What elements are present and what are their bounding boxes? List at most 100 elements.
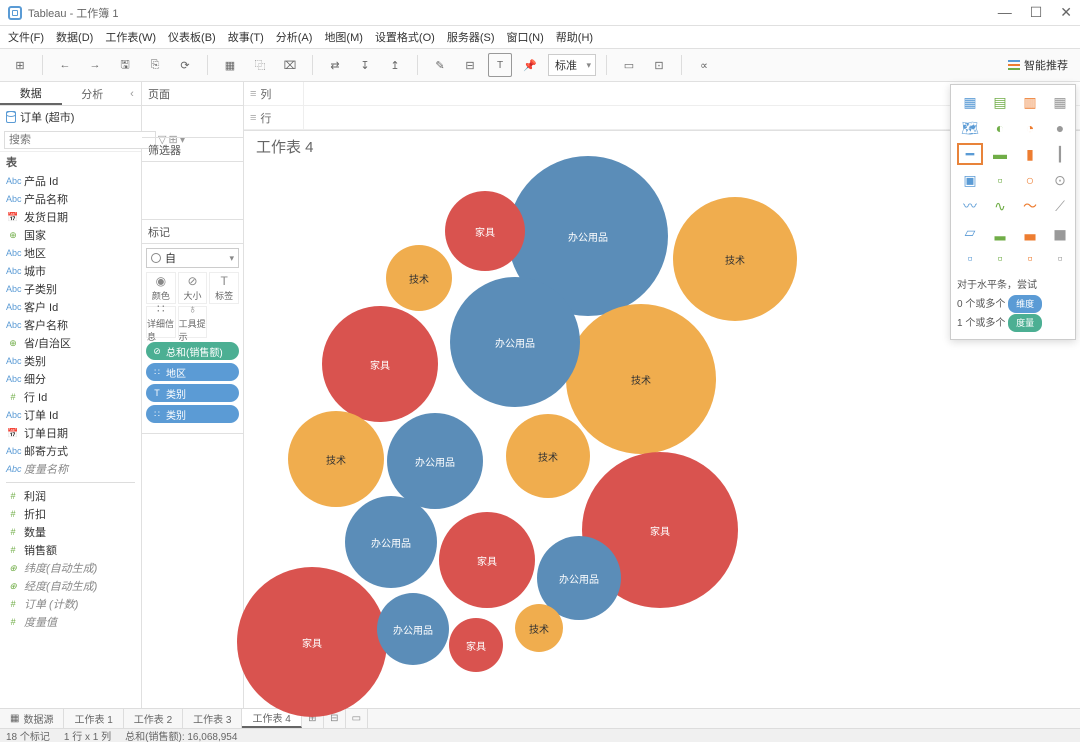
showme-thumb[interactable]: ▃ — [1017, 221, 1043, 243]
menu-item[interactable]: 设置格式(O) — [375, 29, 435, 45]
field-item[interactable]: Abc子类别 — [0, 280, 141, 298]
showme-thumb[interactable]: ▅ — [1047, 221, 1073, 243]
marks-tooltip-button[interactable]: ♁工具提示 — [178, 306, 208, 338]
swap-button[interactable]: ⇄ — [323, 53, 347, 77]
sheet-tab[interactable]: 工作表 2 — [124, 709, 183, 728]
bubble-mark[interactable]: 技术 — [288, 411, 384, 507]
menu-item[interactable]: 分析(A) — [276, 29, 313, 45]
showme-thumb[interactable]: 〜 — [1017, 195, 1043, 217]
field-item[interactable]: Abc产品名称 — [0, 190, 141, 208]
field-item[interactable]: #数量 — [0, 523, 141, 541]
mark-pill[interactable]: ⊘总和(销售额) — [146, 342, 239, 360]
marks-color-button[interactable]: ◉颜色 — [146, 272, 176, 304]
mark-pill[interactable]: T类别 — [146, 384, 239, 402]
showme-thumb[interactable]: ▦ — [1047, 91, 1073, 113]
forward-button[interactable]: → — [83, 53, 107, 77]
menu-item[interactable]: 服务器(S) — [447, 29, 495, 45]
bubble-mark[interactable]: 家具 — [449, 618, 503, 672]
menu-item[interactable]: 工作表(W) — [105, 29, 156, 45]
field-item[interactable]: Abc订单 Id — [0, 406, 141, 424]
bubble-mark[interactable]: 家具 — [322, 306, 438, 422]
menu-item[interactable]: 数据(D) — [56, 29, 93, 45]
showme-thumb[interactable]: ━ — [957, 143, 983, 165]
showme-thumb[interactable]: 〰 — [957, 195, 983, 217]
showme-thumb[interactable]: ◔ — [1017, 117, 1043, 139]
field-item[interactable]: Abc客户名称 — [0, 316, 141, 334]
menu-item[interactable]: 地图(M) — [324, 29, 363, 45]
sheet-tab[interactable]: 工作表 3 — [183, 709, 242, 728]
field-item[interactable]: Abc产品 Id — [0, 172, 141, 190]
field-item[interactable]: ⊕经度(自动生成) — [0, 577, 141, 595]
showme-thumb[interactable]: ⟋ — [1047, 195, 1073, 217]
mark-pill[interactable]: ∷类别 — [146, 405, 239, 423]
field-item[interactable]: Abc城市 — [0, 262, 141, 280]
bubble-mark[interactable]: 家具 — [237, 567, 387, 717]
maximize-button[interactable]: ☐ — [1030, 4, 1043, 21]
back-button[interactable]: ← — [53, 53, 77, 77]
pages-shelf[interactable] — [142, 106, 243, 138]
showme-thumb[interactable]: ⊙ — [1047, 169, 1073, 191]
mark-type-selector[interactable]: 自 — [146, 248, 239, 268]
show-me-button[interactable]: 智能推荐 — [1008, 57, 1068, 73]
showme-thumb[interactable]: ∿ — [987, 195, 1013, 217]
group-button[interactable]: ⊟ — [458, 53, 482, 77]
search-input[interactable] — [4, 131, 156, 149]
field-item[interactable]: Abc度量名称 — [0, 460, 141, 478]
field-item[interactable]: ⊕纬度(自动生成) — [0, 559, 141, 577]
label-button[interactable]: T — [488, 53, 512, 77]
collapse-pane-button[interactable]: ‹ — [123, 82, 141, 105]
showme-thumb[interactable]: ▫ — [987, 169, 1013, 191]
showme-thumb[interactable]: ○ — [1017, 169, 1043, 191]
bubble-mark[interactable]: 办公用品 — [450, 277, 580, 407]
show-cards-button[interactable]: ▭ — [617, 53, 641, 77]
field-item[interactable]: #利润 — [0, 487, 141, 505]
bubble-mark[interactable]: 办公用品 — [387, 413, 483, 509]
datasource-row[interactable]: 订单 (超市) — [0, 106, 141, 128]
field-item[interactable]: Abc细分 — [0, 370, 141, 388]
bubble-mark[interactable]: 技术 — [506, 414, 590, 498]
showme-thumb[interactable]: 🗺 — [957, 117, 983, 139]
bubble-mark[interactable]: 家具 — [445, 191, 525, 271]
showme-thumb[interactable]: ◐ — [987, 117, 1013, 139]
menu-item[interactable]: 文件(F) — [8, 29, 44, 45]
field-item[interactable]: Abc类别 — [0, 352, 141, 370]
save-button[interactable]: 🖫 — [113, 53, 137, 77]
field-item[interactable]: Abc邮寄方式 — [0, 442, 141, 460]
showme-thumb[interactable]: ▫ — [1017, 247, 1043, 269]
field-item[interactable]: #订单 (计数) — [0, 595, 141, 613]
presentation-button[interactable]: ⊡ — [647, 53, 671, 77]
fit-selector[interactable]: 标准 — [548, 54, 596, 76]
showme-thumb[interactable]: ▫ — [957, 247, 983, 269]
new-story-button[interactable]: ▭ — [346, 709, 368, 728]
showme-thumb[interactable]: ▱ — [957, 221, 983, 243]
pin-button[interactable]: 📌 — [518, 53, 542, 77]
showme-thumb[interactable]: ▥ — [1017, 91, 1043, 113]
showme-thumb[interactable]: ● — [1047, 117, 1073, 139]
field-item[interactable]: #销售额 — [0, 541, 141, 559]
bubble-mark[interactable]: 办公用品 — [345, 496, 437, 588]
analytics-tab[interactable]: 分析 — [62, 82, 124, 105]
field-item[interactable]: Abc地区 — [0, 244, 141, 262]
field-item[interactable]: 📅订单日期 — [0, 424, 141, 442]
tableau-icon[interactable]: ⊞ — [8, 53, 32, 77]
duplicate-button[interactable]: ⿻ — [248, 53, 272, 77]
bubble-mark[interactable]: 家具 — [439, 512, 535, 608]
showme-thumb[interactable]: ▦ — [957, 91, 983, 113]
new-datasource-button[interactable]: ⎘ — [143, 53, 167, 77]
field-item[interactable]: ⊕国家 — [0, 226, 141, 244]
field-item[interactable]: #度量值 — [0, 613, 141, 631]
sort-desc-button[interactable]: ↥ — [383, 53, 407, 77]
bubble-mark[interactable]: 办公用品 — [377, 593, 449, 665]
showme-thumb[interactable]: ▂ — [987, 221, 1013, 243]
showme-thumb[interactable]: ┃ — [1047, 143, 1073, 165]
field-item[interactable]: 📅发货日期 — [0, 208, 141, 226]
highlight-button[interactable]: ✎ — [428, 53, 452, 77]
clear-button[interactable]: ⌧ — [278, 53, 302, 77]
menu-item[interactable]: 仪表板(B) — [168, 29, 216, 45]
field-item[interactable]: Abc客户 Id — [0, 298, 141, 316]
field-item[interactable]: #行 Id — [0, 388, 141, 406]
marks-detail-button[interactable]: ∷详细信息 — [146, 306, 176, 338]
showme-thumb[interactable]: ▣ — [957, 169, 983, 191]
close-button[interactable]: ✕ — [1060, 4, 1072, 21]
showme-thumb[interactable]: ▤ — [987, 91, 1013, 113]
